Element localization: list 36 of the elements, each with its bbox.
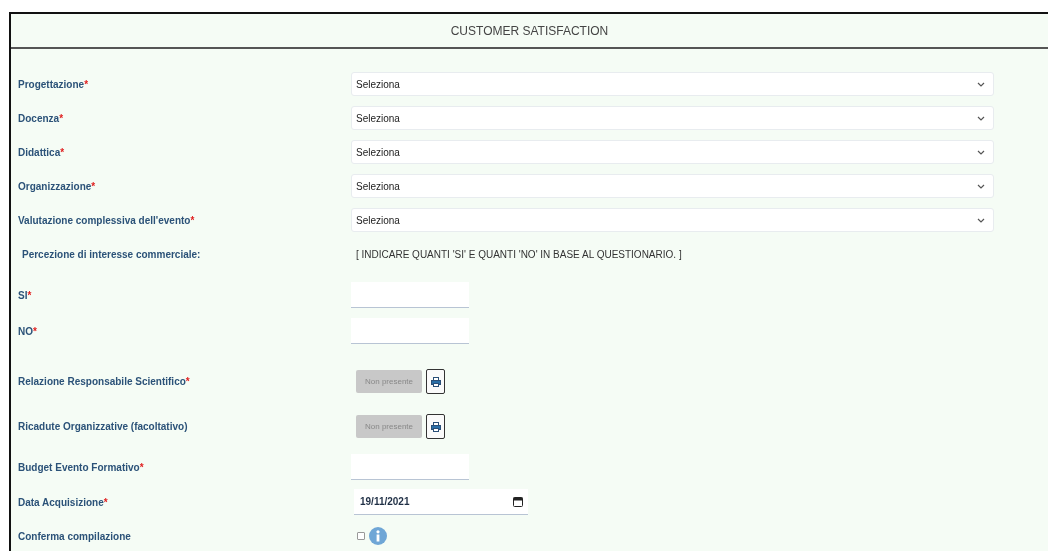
chevron-down-icon xyxy=(977,115,985,121)
chevron-down-icon xyxy=(977,183,985,189)
select-field[interactable]: Seleziona xyxy=(351,106,994,130)
field-label: Budget Evento Formativo* xyxy=(17,461,145,473)
date-field[interactable]: 19/11/2021 xyxy=(354,489,528,515)
panel-title: CUSTOMER SATISFACTION xyxy=(450,23,609,38)
info-icon xyxy=(369,527,387,545)
chevron-down-icon xyxy=(977,81,985,87)
checkbox[interactable] xyxy=(357,532,365,540)
print-button[interactable] xyxy=(426,414,445,439)
field-label: SI* xyxy=(17,289,33,301)
field-label: Conferma compilazione xyxy=(17,530,132,542)
select-field[interactable]: Seleziona xyxy=(351,174,994,198)
chevron-down-icon xyxy=(977,149,985,155)
chevron-down-icon xyxy=(977,217,985,223)
select-field[interactable]: Seleziona xyxy=(351,72,994,96)
field-label: Progettazione* xyxy=(17,78,90,90)
field-label: Organizzazione* xyxy=(17,180,97,192)
field-label: Didattica* xyxy=(17,146,66,158)
field-label: Valutazione complessiva dell'evento* xyxy=(17,214,196,226)
input-field[interactable] xyxy=(351,318,469,344)
field-label: Ricadute Organizzative (facoltativo) xyxy=(17,421,189,432)
field-label: Data Acquisizione* xyxy=(17,496,109,508)
printer-icon xyxy=(430,376,441,387)
select-field[interactable]: Seleziona xyxy=(351,140,994,164)
input-field[interactable] xyxy=(351,282,469,308)
field-label: Docenza* xyxy=(17,112,65,124)
field-label: NO* xyxy=(17,325,38,337)
select-field[interactable]: Seleziona xyxy=(351,208,994,232)
instruction-text: [ INDICARE QUANTI 'SI' E QUANTI 'NO' IN BASE AL QUESTIONARIO. ] xyxy=(355,248,682,260)
print-button[interactable] xyxy=(426,369,445,394)
calendar-icon xyxy=(513,496,523,507)
printer-icon xyxy=(430,421,441,432)
field-label: Relazione Responsabile Scientifico* xyxy=(17,376,191,387)
input-field[interactable] xyxy=(351,454,469,480)
field-label: Percezione di interesse commerciale: xyxy=(21,248,202,260)
